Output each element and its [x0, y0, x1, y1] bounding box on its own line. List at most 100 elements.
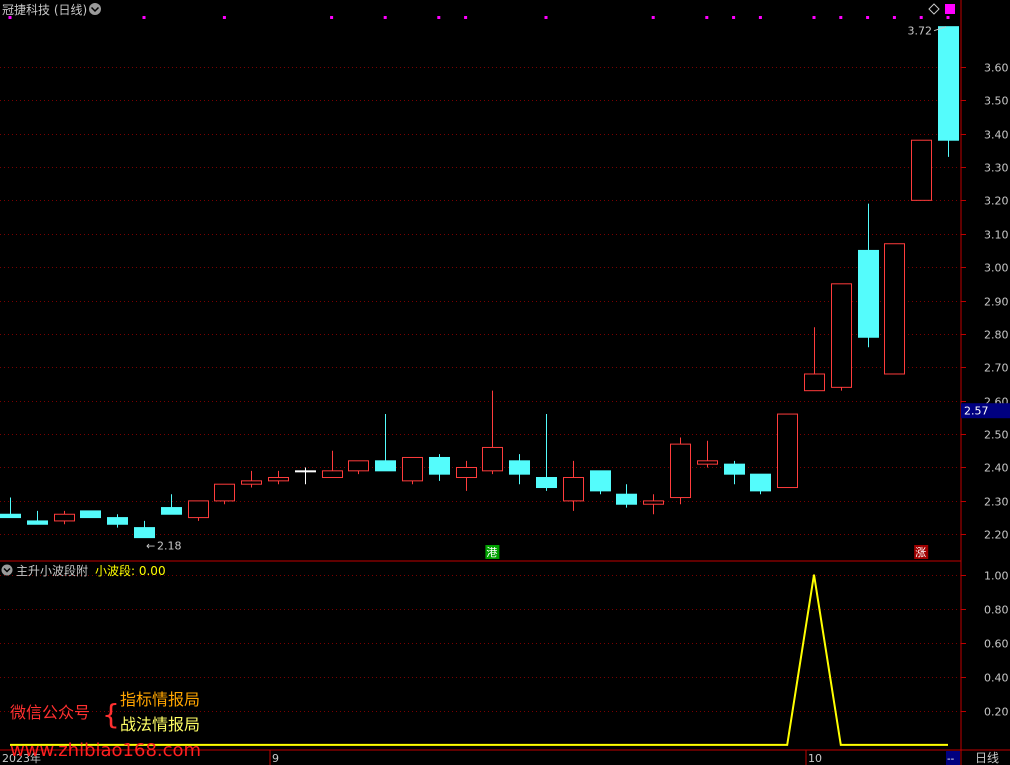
candle: [214, 483, 235, 505]
indicator-dropdown-icon[interactable]: [1, 564, 13, 576]
candle-body: [295, 470, 316, 473]
candle: [134, 520, 155, 539]
candle: [750, 473, 771, 495]
candle: [724, 460, 745, 485]
candle: [697, 440, 718, 468]
candle-body: [27, 520, 48, 525]
top-signal-dot: [732, 16, 736, 19]
candle-body: [750, 473, 771, 492]
watermark-label: 微信公众号: [10, 703, 90, 722]
candle-body: [402, 456, 423, 482]
price-tick-label: 2.90: [984, 296, 1009, 309]
candle-body: [884, 243, 905, 375]
candle-body: [456, 466, 477, 479]
price-tick-label: 3.50: [984, 95, 1009, 108]
indicator-tick-label: 0.20: [984, 706, 1009, 719]
candlestick-series[interactable]: [0, 26, 959, 539]
top-signal-dot: [330, 16, 334, 19]
candle-body: [482, 446, 503, 472]
candle-body: [161, 507, 182, 515]
top-signal-dot: [919, 16, 923, 19]
price-tick-label: 3.10: [984, 229, 1009, 242]
candle-body: [214, 483, 235, 502]
candle-body: [188, 500, 209, 519]
price-tick-label: 3.00: [984, 262, 1009, 275]
candle-body: [536, 477, 557, 489]
expand-diamond-icon[interactable]: [928, 3, 940, 15]
top-signal-dot: [892, 16, 896, 19]
candle-body: [616, 493, 637, 505]
toggle-square-icon[interactable]: [945, 4, 955, 14]
price-tick-label: 3.30: [984, 162, 1009, 175]
candle: [268, 470, 289, 485]
candle-body: [429, 456, 450, 475]
price-axis-ticks: 2.202.302.402.502.602.702.802.903.003.10…: [961, 62, 1009, 542]
indicator-tick-label: 0.80: [984, 604, 1009, 617]
candle: [590, 470, 611, 495]
title-dropdown-icon[interactable]: [89, 3, 101, 15]
period-label[interactable]: 日线: [975, 751, 999, 765]
candle-body: [241, 480, 262, 485]
candle-body: [563, 477, 584, 502]
candle: [884, 243, 905, 375]
candle-body: [80, 510, 101, 519]
candle-body: [590, 470, 611, 492]
candle: [54, 510, 75, 525]
price-tick-label: 2.20: [984, 529, 1009, 542]
price-tick-label: 3.20: [984, 195, 1009, 208]
top-signal-dot: [464, 16, 468, 19]
candle-body: [0, 513, 21, 519]
chart-canvas: 港涨 2.202.302.402.502.602.702.802.903.003…: [0, 0, 1010, 765]
watermark-brace: {: [102, 698, 120, 731]
time-axis-label: 10: [808, 752, 822, 765]
top-signal-dot: [812, 16, 816, 19]
top-signal-dot: [705, 16, 709, 19]
top-signal-dot: [383, 16, 387, 19]
min-price-label: 2.18: [157, 540, 182, 553]
candle: [322, 450, 343, 479]
stock-title: 冠捷科技 (日线): [2, 3, 87, 17]
top-signal-dot: [222, 16, 226, 19]
watermark-line2: 战法情报局: [120, 715, 200, 734]
event-marker-text: 涨: [915, 546, 926, 559]
indicator-title: 主升小波段附: [16, 563, 88, 578]
price-tick-label: 3.40: [984, 129, 1009, 142]
top-signal-dot: [866, 16, 870, 19]
candle: [670, 437, 691, 505]
candle: [509, 454, 530, 485]
scroll-marker[interactable]: --: [947, 754, 955, 765]
candle-body: [938, 26, 959, 141]
top-signal-dots: [8, 16, 950, 19]
candle-body: [858, 249, 879, 338]
candle: [80, 510, 101, 519]
indicator-tick-label: 0.40: [984, 672, 1009, 685]
candle-body: [268, 477, 289, 482]
event-markers: 港涨: [485, 545, 929, 559]
candle: [536, 414, 557, 491]
time-axis-label: 9: [272, 752, 279, 765]
indicator-tick-label: 0.60: [984, 638, 1009, 651]
candle-body: [911, 139, 932, 201]
price-grid: [0, 67, 961, 535]
candle: [456, 460, 477, 491]
candle-body: [724, 463, 745, 475]
candle: [911, 139, 932, 201]
top-signal-dot: [437, 16, 441, 19]
candle: [0, 497, 21, 519]
price-tick-label: 2.80: [984, 329, 1009, 342]
candle-body: [54, 513, 75, 522]
current-price-label: 2.57: [964, 405, 989, 418]
top-signal-dot: [142, 16, 146, 19]
candle-body: [670, 443, 691, 499]
candle: [348, 460, 369, 475]
candle: [107, 514, 128, 528]
candle: [188, 500, 209, 521]
candle: [938, 26, 959, 157]
candle-body: [134, 527, 155, 539]
candle: [295, 467, 316, 485]
candle: [858, 203, 879, 348]
max-price-label: 3.72: [908, 25, 933, 38]
indicator-axis-ticks: 0.20 0.40 0.60 0.80 1.00: [961, 570, 1009, 719]
min-price-arrow: ←: [146, 540, 155, 553]
candle: [27, 510, 48, 525]
